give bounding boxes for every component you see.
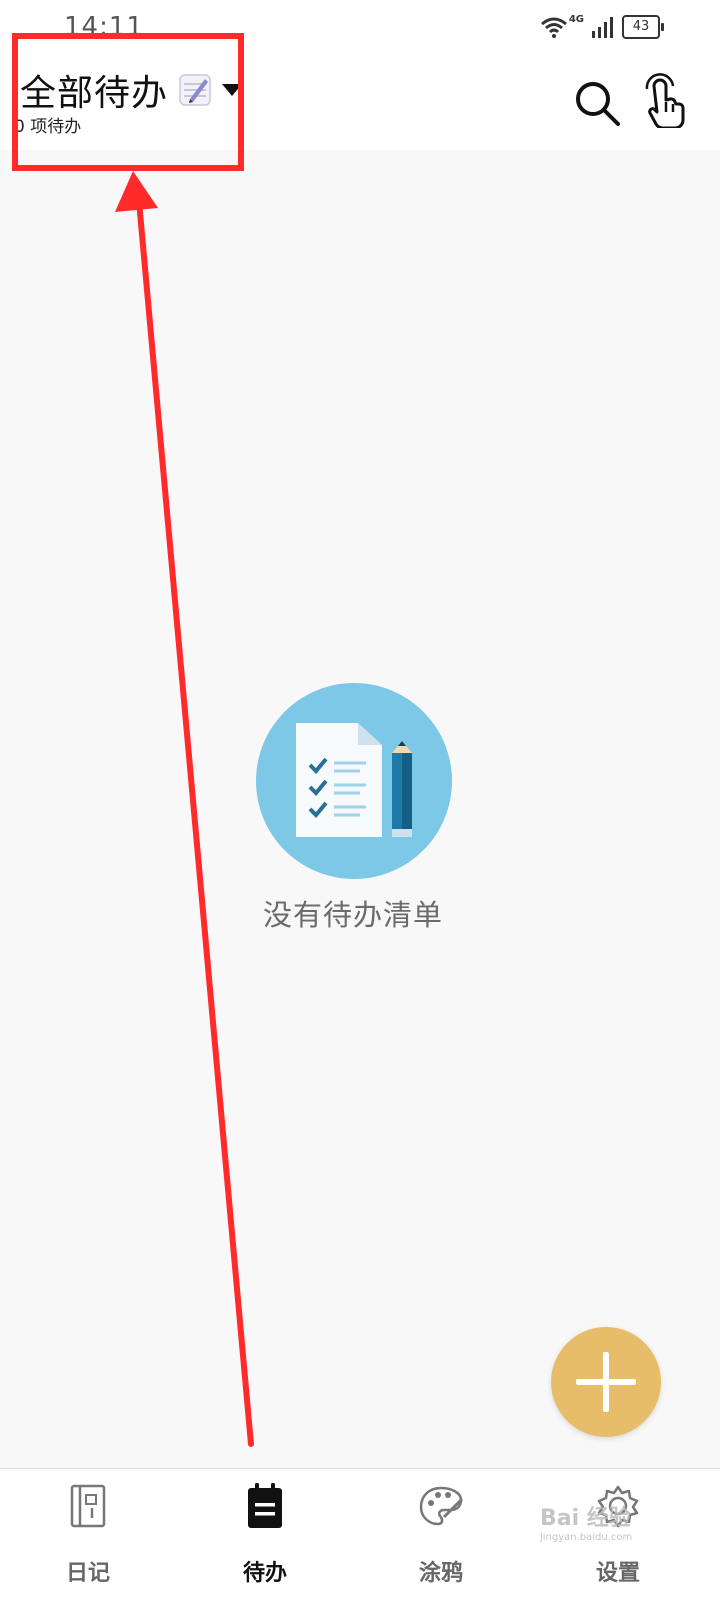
nav-item-doodle[interactable]: 涂鸦: [381, 1469, 501, 1601]
status-icons: 4G 43: [540, 13, 664, 40]
nav-label-settings: 设置: [595, 1561, 640, 1586]
diary-icon: [70, 1484, 106, 1528]
baidu-watermark: Bai 经验 jingyan.baidu.com: [540, 1500, 632, 1543]
wifi-icon: [540, 17, 567, 38]
memo-icon: [179, 74, 211, 106]
nav-label-doodle: 涂鸦: [418, 1561, 463, 1586]
add-todo-button[interactable]: [551, 1327, 661, 1437]
signal-icon: [592, 17, 613, 38]
status-bar: 14:11 4G 43: [0, 0, 720, 50]
watermark-url: jingyan.baidu.com: [540, 1532, 633, 1543]
empty-list-illustration: [256, 683, 452, 879]
annotation-arrow-head: [115, 171, 158, 212]
nav-item-diary[interactable]: 日记: [28, 1469, 148, 1601]
list-selector[interactable]: 全部待办: [20, 64, 243, 116]
watermark-brand: Bai 经验: [540, 1506, 631, 1531]
dropdown-arrow-icon[interactable]: [222, 84, 243, 96]
todo-count: 0 项待办: [14, 117, 82, 137]
annotation-arrow-line: [135, 187, 254, 1447]
app-header: 全部待办 0 项待办: [0, 50, 720, 150]
battery-icon: 43: [622, 15, 664, 39]
nav-label-todo: 待办: [242, 1561, 287, 1586]
todo-icon: [248, 1483, 282, 1528]
network-type: 4G: [568, 13, 584, 25]
search-icon[interactable]: [572, 78, 622, 128]
status-time: 14:11: [64, 12, 144, 42]
nav-item-todo[interactable]: 待办: [205, 1469, 325, 1601]
palette-icon: [419, 1486, 464, 1526]
checklist-icon: [296, 723, 412, 837]
nav-label-diary: 日记: [65, 1561, 110, 1586]
page-title: 全部待办: [20, 73, 169, 114]
touch-hand-icon[interactable]: [638, 72, 688, 128]
empty-state-message: 没有待办清单: [262, 898, 443, 932]
